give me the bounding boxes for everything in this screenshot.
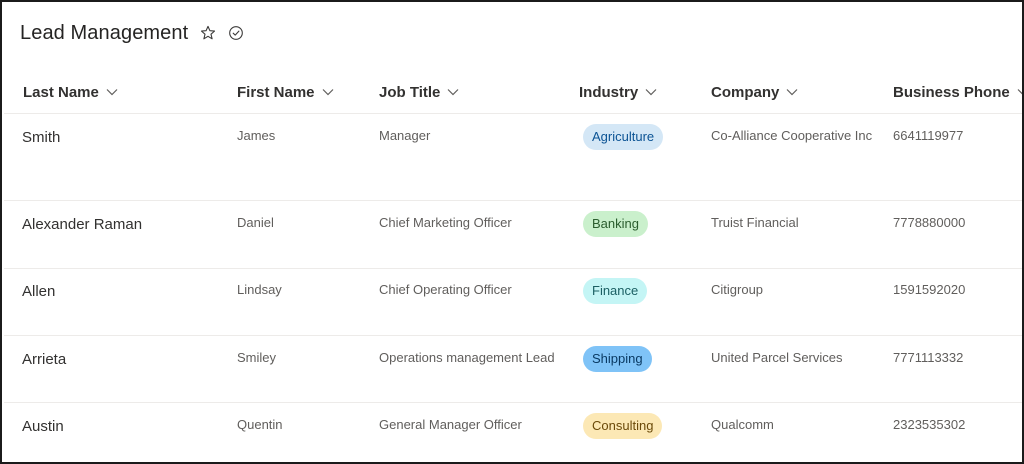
cell-business-phone: 6641119977 [893,128,964,143]
column-header-last-name[interactable]: Last Name [23,82,118,102]
table-row[interactable]: Arrieta Smiley Operations management Lea… [4,336,1022,403]
table-row[interactable]: Austin Quentin General Manager Officer C… [4,403,1022,462]
cell-company: Qualcomm [711,417,774,432]
cell-company: Co-Alliance Cooperative Inc [711,128,873,143]
industry-badge: Consulting [583,413,663,439]
cell-last-name: Alexander Raman [22,216,143,233]
column-header-job-title[interactable]: Job Title [379,82,459,102]
cell-company: Truist Financial [711,215,799,230]
column-header-label: Company [711,83,780,101]
list-title-bar: Lead Management [20,20,244,46]
column-header-industry[interactable]: Industry [579,82,657,102]
cell-business-phone: 7771113332 [893,350,964,365]
chevron-down-icon[interactable] [1017,88,1022,96]
cell-job-title: Chief Marketing Officer [379,215,512,230]
cell-business-phone: 7778880000 [893,215,966,230]
cell-first-name: James [237,128,276,143]
column-header-first-name[interactable]: First Name [237,82,334,102]
column-header-label: Business Phone [893,83,1010,101]
cell-job-title: Chief Operating Officer [379,282,512,297]
list-view: Lead Management Last Name First Name Job… [0,0,1024,464]
industry-badge: Finance [583,278,648,304]
chevron-down-icon[interactable] [447,88,459,96]
cell-business-phone: 1591592020 [893,282,966,297]
check-circle-icon[interactable] [228,25,244,41]
column-header-label: Job Title [379,83,441,101]
chevron-down-icon[interactable] [645,88,657,96]
industry-badge: Shipping [583,346,652,372]
cell-first-name: Daniel [237,215,274,230]
industry-badge: Banking [583,211,648,237]
cell-last-name: Allen [22,283,56,300]
cell-job-title: General Manager Officer [379,417,522,432]
cell-business-phone: 2323535302 [893,417,966,432]
star-outline-icon[interactable] [200,25,216,41]
cell-job-title: Manager [379,128,431,143]
chevron-down-icon[interactable] [786,88,798,96]
column-header-row: Last Name First Name Job Title Industry … [4,74,1022,114]
column-header-business-phone[interactable]: Business Phone [893,82,1022,102]
cell-company: Citigroup [711,282,764,297]
cell-first-name: Lindsay [237,282,282,297]
industry-badge: Agriculture [583,124,664,150]
cell-company: United Parcel Services [711,350,843,365]
page-title: Lead Management [20,21,189,44]
cell-job-title: Operations management Lead [379,350,555,365]
column-header-label: Last Name [23,83,99,101]
column-header-label: First Name [237,83,315,101]
chevron-down-icon[interactable] [322,88,334,96]
column-header-company[interactable]: Company [711,82,798,102]
cell-last-name: Arrieta [22,351,67,368]
table-row[interactable]: Allen Lindsay Chief Operating Officer Fi… [4,269,1022,336]
cell-first-name: Quentin [237,417,283,432]
cell-first-name: Smiley [237,350,277,365]
chevron-down-icon[interactable] [106,88,118,96]
cell-last-name: Austin [22,418,64,435]
column-header-label: Industry [579,83,639,101]
table-row[interactable]: Alexander Raman Daniel Chief Marketing O… [4,201,1022,269]
cell-last-name: Smith [22,129,61,146]
table-row[interactable]: Smith James Manager Agriculture Co-Allia… [4,114,1022,201]
